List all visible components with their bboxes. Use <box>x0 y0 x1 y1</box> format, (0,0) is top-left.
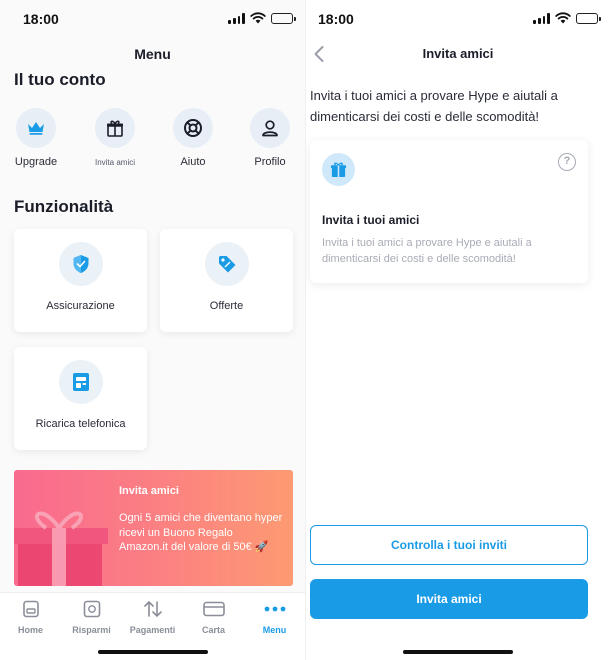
tab-card-label: Carta <box>201 625 225 635</box>
upgrade-button[interactable]: Upgrade <box>1 108 71 168</box>
promo-text: Ogni 5 amici che diventano hyper ricevi … <box>119 512 283 553</box>
intro-text: Invita i tuoi amici a provare Hype e aiu… <box>310 88 558 124</box>
promo-title: Invita amici <box>119 485 179 497</box>
gift-illustration <box>14 511 108 586</box>
tab-payments[interactable]: Pagamenti <box>122 599 183 635</box>
offers-label: Offerte <box>209 300 244 312</box>
offers-card[interactable]: Offerte <box>160 229 293 332</box>
insurance-card[interactable]: Assicurazione <box>14 229 147 332</box>
tab-home[interactable]: Home <box>0 599 61 635</box>
invite-friends-label: Invita amici <box>94 158 135 167</box>
gift-icon <box>322 153 355 186</box>
mobile-topup-label: Ricarica telefonica <box>35 418 126 430</box>
user-icon <box>250 108 290 148</box>
section-title-features: Funzionalità <box>14 197 114 216</box>
safe-icon <box>61 599 122 619</box>
profile-button[interactable]: Profilo <box>235 108 305 168</box>
status-icons <box>228 12 296 24</box>
wifi-icon <box>250 12 266 24</box>
insurance-label: Assicurazione <box>46 300 115 312</box>
status-bar: 18:00 <box>0 0 305 36</box>
status-icons <box>533 12 601 24</box>
gift-icon <box>95 108 135 148</box>
card-text: Invita i tuoi amici a provare Hype e aiu… <box>322 237 532 265</box>
tab-home-label: Home <box>17 625 43 635</box>
tab-card[interactable]: Carta <box>183 599 244 635</box>
signal-icon <box>533 12 550 24</box>
home-indicator <box>97 650 208 654</box>
status-time: 18:00 <box>23 11 59 27</box>
page-title: Menu <box>134 46 171 62</box>
signal-icon <box>228 12 245 24</box>
battery-icon <box>271 12 296 24</box>
transfer-arrows-icon <box>122 599 183 619</box>
battery-icon <box>576 12 601 24</box>
invite-promo-banner[interactable]: Invita amici Ogni 5 amici che diventano … <box>14 470 293 586</box>
lifebuoy-icon <box>173 108 213 148</box>
invite-card: ? Invita i tuoi amici Invita i tuoi amic… <box>310 140 588 283</box>
status-time: 18:00 <box>318 11 354 27</box>
tag-icon <box>204 242 249 286</box>
tab-savings[interactable]: Risparmi <box>61 599 122 635</box>
status-bar: 18:00 <box>306 0 610 36</box>
dots-icon <box>244 599 305 619</box>
invite-screen: 18:00 Invita amici Invita i tuoi amici a… <box>305 0 610 660</box>
tab-bar: Home Risparmi Pagamenti Carta Menu <box>0 592 305 660</box>
invite-friends-button[interactable]: Invita amici <box>80 108 150 167</box>
tab-menu-label: Menu <box>262 625 287 635</box>
tab-savings-label: Risparmi <box>72 625 111 635</box>
check-invites-button[interactable]: Controlla i tuoi inviti <box>310 525 588 565</box>
menu-screen: 18:00 Menu Il tuo conto Upgrade Invita a… <box>0 0 305 660</box>
wifi-icon <box>555 12 571 24</box>
crown-icon <box>16 108 56 148</box>
tab-payments-label: Pagamenti <box>129 625 176 635</box>
home-indicator <box>403 650 513 654</box>
page-title: Invita amici <box>422 46 494 61</box>
section-title-account: Il tuo conto <box>14 70 106 89</box>
tab-menu[interactable]: Menu <box>244 599 305 635</box>
invite-friends-button[interactable]: Invita amici <box>310 579 588 619</box>
help-label: Aiuto <box>180 156 206 168</box>
card-title: Invita i tuoi amici <box>322 213 420 227</box>
home-icon <box>0 599 61 619</box>
sim-card-icon <box>58 360 103 404</box>
help-icon[interactable]: ? <box>558 153 576 171</box>
shield-icon <box>58 242 103 286</box>
upgrade-label: Upgrade <box>14 156 58 168</box>
profile-label: Profilo <box>254 156 286 168</box>
card-icon <box>183 599 244 619</box>
help-button[interactable]: Aiuto <box>158 108 228 168</box>
mobile-topup-card[interactable]: Ricarica telefonica <box>14 347 147 450</box>
